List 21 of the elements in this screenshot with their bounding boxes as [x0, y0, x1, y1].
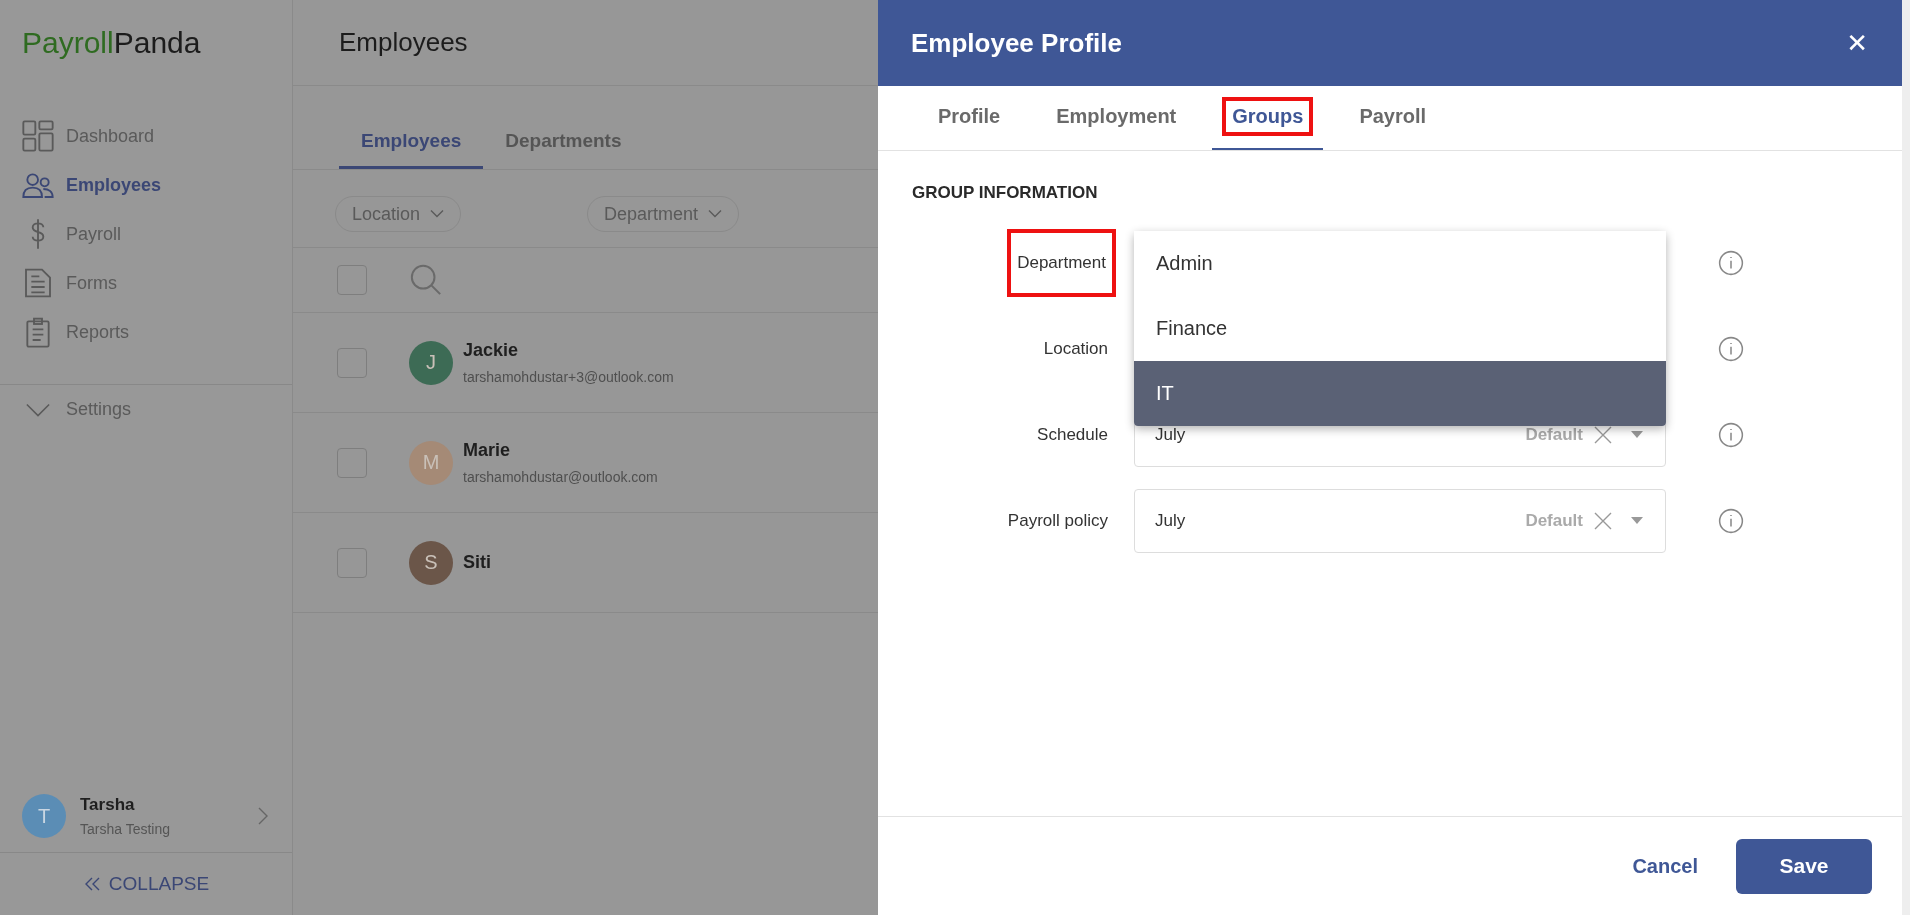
app-logo: PayrollPanda	[21, 25, 202, 61]
page-title: Employees	[339, 27, 468, 58]
user-subtitle: Tarsha Testing	[80, 821, 171, 837]
employee-name: Marie	[463, 440, 512, 461]
employee-email: tarshamohdustar+3@outlook.com	[463, 369, 674, 385]
field-label: Department	[1009, 231, 1114, 295]
employee-name: Jackie	[463, 340, 520, 361]
employee-avatar: M	[409, 440, 453, 485]
default-tag: Default	[1525, 425, 1583, 445]
employee-avatar: S	[409, 540, 453, 585]
employee-email: tarshamohdustar@outlook.com	[463, 469, 658, 485]
employee-name: Siti	[463, 552, 491, 573]
field-label: Payroll policy	[1006, 510, 1109, 532]
panel-title: Employee Profile	[911, 27, 1122, 59]
employee-avatar: J	[409, 340, 453, 385]
user-name: Tarsha	[80, 795, 136, 815]
field-label: Schedule	[1036, 424, 1109, 446]
section-heading: GROUP INFORMATION	[911, 182, 1099, 204]
field-label: Location	[1042, 338, 1109, 360]
user-avatar: T	[22, 794, 66, 838]
default-tag: Default	[1525, 511, 1583, 531]
